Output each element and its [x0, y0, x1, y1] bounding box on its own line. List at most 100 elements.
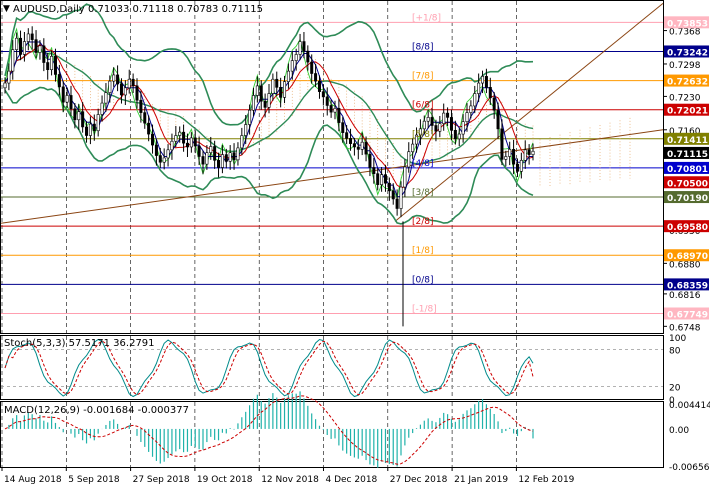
candle-body: [158, 155, 162, 163]
candle-body: [310, 61, 314, 74]
x-tick-label: 27 Dec 2018: [390, 475, 448, 485]
candle-body: [166, 149, 170, 159]
candle-body: [139, 99, 143, 113]
candle-body: [3, 82, 7, 89]
price-label-text: 0.73242: [667, 48, 708, 58]
candle-body: [286, 70, 290, 82]
candle-body: [34, 39, 38, 53]
candle-body: [360, 141, 364, 150]
candle-body: [127, 78, 131, 89]
macd-y-tick: 0.00: [669, 426, 689, 436]
candle-body: [453, 129, 457, 140]
candle-body: [302, 41, 306, 52]
candle-body: [81, 111, 85, 128]
candle-body: [461, 121, 465, 135]
candle-body: [290, 60, 294, 72]
stoch-y-tick: 80: [669, 346, 681, 356]
candle-body: [345, 132, 349, 139]
candle-body: [232, 152, 236, 161]
candle-body: [228, 152, 232, 162]
candle-body: [531, 150, 535, 155]
candle-body: [236, 147, 240, 161]
candle-body: [96, 114, 100, 132]
candle-body: [88, 123, 92, 136]
candle-body: [325, 96, 329, 106]
candle-body: [69, 95, 73, 110]
candle-body: [263, 100, 267, 108]
candle-body: [193, 137, 197, 147]
candle-body: [174, 135, 178, 142]
candle-body: [341, 122, 345, 133]
candle-body: [519, 160, 523, 172]
candle-body: [197, 145, 201, 157]
candle-body: [271, 78, 275, 94]
candle-body: [220, 154, 224, 168]
candle-body: [504, 156, 508, 160]
candle-body: [22, 41, 26, 55]
candle-body: [189, 137, 193, 148]
candle-body: [527, 149, 531, 155]
candle-body: [73, 108, 77, 121]
candle-body: [380, 174, 384, 185]
candle-body: [337, 108, 341, 123]
candle-body: [391, 190, 395, 200]
murrey-level-label: [1/8]: [412, 246, 434, 256]
x-tick-label: 14 Aug 2018: [4, 475, 62, 485]
stoch-y-tick: 100: [669, 334, 686, 344]
candle-body: [217, 160, 221, 168]
candle-body: [306, 50, 310, 63]
chart-symbol: AUDUSD,Daily: [13, 4, 85, 15]
candle-body: [387, 182, 391, 192]
candle-body: [53, 56, 57, 75]
candle-body: [364, 141, 368, 155]
candle-body: [484, 76, 488, 88]
candle-body: [116, 74, 120, 85]
candle-body: [457, 133, 461, 140]
candle-body: [92, 123, 96, 132]
candle-body: [488, 87, 492, 99]
candle-body: [434, 125, 438, 132]
candle-body: [449, 117, 453, 131]
price-label-text: 0.71411: [667, 136, 708, 146]
candle-body: [209, 146, 213, 153]
candle-body: [481, 76, 485, 84]
candle-body: [473, 93, 477, 107]
main-panel-frame: [0, 0, 664, 334]
macd-y-tick: 0.004414: [669, 401, 710, 411]
chart-svg: [+1/8] [8/8] [7/8] [6/8] [5/8] [4/8] [3/8] [2/8…: [0, 0, 710, 485]
macd-title: MACD(12,26,9) -0.001684 -0.000377: [4, 405, 189, 416]
murrey-level-label: [8/8]: [412, 42, 434, 52]
candle-body: [372, 167, 376, 174]
candle-body: [383, 174, 387, 184]
candle-body: [147, 122, 151, 135]
x-tick-label: 12 Feb 2019: [518, 475, 574, 485]
candle-body: [19, 37, 23, 55]
x-tick-label: 12 Nov 2018: [261, 475, 319, 485]
murrey-level-label: [+1/8]: [412, 13, 441, 23]
price-label-text: 0.70500: [667, 179, 708, 189]
candle-body: [61, 86, 65, 103]
price-label-text: 0.72632: [667, 78, 708, 88]
y-tick-label: 0.6748: [669, 323, 701, 333]
murrey-level-label: [3/8]: [412, 188, 434, 198]
candle-body: [356, 146, 360, 150]
candle-body: [523, 149, 527, 161]
price-label-text: 0.72021: [667, 107, 708, 117]
x-tick-label: 21 Jan 2019: [454, 475, 508, 485]
x-tick-label: 27 Sep 2018: [133, 475, 190, 485]
candle-body: [492, 97, 496, 111]
candle-body: [251, 95, 255, 111]
murrey-level-label: [5/8]: [412, 130, 434, 140]
stoch-title: Stoch(5,3,3) 57.5171 36.2791: [4, 338, 155, 349]
candle-body: [108, 80, 112, 93]
candle-body: [446, 112, 450, 118]
candle-body: [294, 54, 298, 61]
candle-body: [279, 87, 283, 98]
candle-body: [407, 151, 411, 168]
candle-body: [259, 85, 263, 102]
candle-body: [508, 149, 512, 157]
chart-window: [+1/8] [8/8] [7/8] [6/8] [5/8] [4/8] [3/8] [2/8…: [0, 0, 710, 489]
candle-body: [329, 105, 333, 113]
candle-body: [333, 108, 337, 113]
candle-body: [7, 70, 11, 84]
